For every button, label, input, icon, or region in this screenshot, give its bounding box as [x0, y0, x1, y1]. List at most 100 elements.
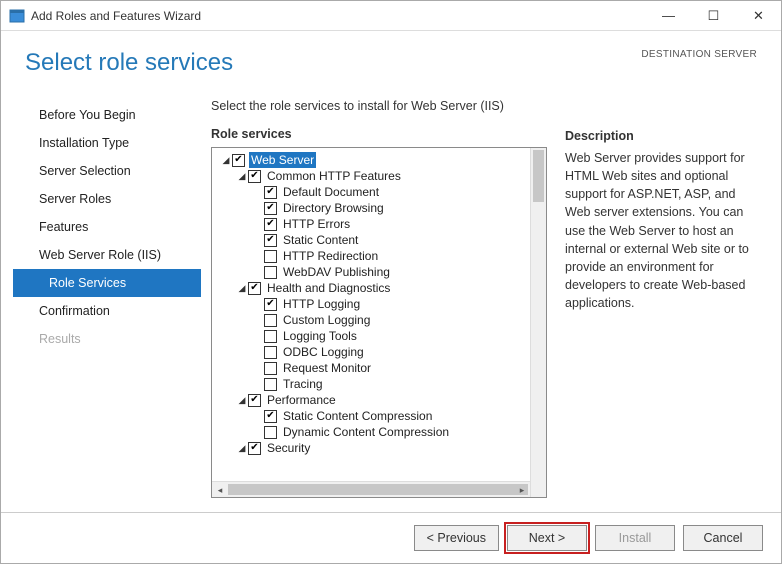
- tree-node[interactable]: ◢ Performance: [212, 392, 530, 408]
- tree-node-label[interactable]: HTTP Errors: [281, 216, 352, 232]
- description-label: Description: [565, 129, 757, 143]
- horizontal-scrollbar[interactable]: ◂ ▸: [212, 481, 530, 497]
- checkbox[interactable]: [264, 234, 277, 247]
- tree-node[interactable]: ◢HTTP Redirection: [212, 248, 530, 264]
- body-row: Before You BeginInstallation TypeServer …: [1, 77, 781, 498]
- checkbox[interactable]: [264, 314, 277, 327]
- expand-caret-icon[interactable]: ◢: [236, 168, 248, 184]
- checkbox[interactable]: [248, 394, 261, 407]
- tree-node[interactable]: ◢ Security: [212, 440, 530, 456]
- description-column: Description Web Server provides support …: [565, 99, 757, 498]
- vscroll-thumb[interactable]: [533, 150, 544, 202]
- content: Select role services DESTINATION SERVER …: [1, 31, 781, 563]
- nav-item-web-server-role-iis-[interactable]: Web Server Role (IIS): [13, 241, 201, 269]
- tree-node-label[interactable]: Health and Diagnostics: [265, 280, 392, 296]
- checkbox[interactable]: [264, 362, 277, 375]
- nav-item-features[interactable]: Features: [13, 213, 201, 241]
- tree-node[interactable]: ◢Custom Logging: [212, 312, 530, 328]
- tree-node[interactable]: ◢HTTP Logging: [212, 296, 530, 312]
- checkbox[interactable]: [264, 202, 277, 215]
- checkbox[interactable]: [232, 154, 245, 167]
- nav-item-results: Results: [13, 325, 201, 353]
- checkbox[interactable]: [264, 186, 277, 199]
- tree-node[interactable]: ◢Static Content Compression: [212, 408, 530, 424]
- close-button[interactable]: ✕: [736, 2, 781, 30]
- checkbox[interactable]: [264, 330, 277, 343]
- hscroll-thumb[interactable]: [228, 484, 528, 495]
- tree-node-label[interactable]: Common HTTP Features: [265, 168, 403, 184]
- tree-scroll-area[interactable]: ◢Web Server◢Common HTTP Features◢Default…: [212, 148, 530, 481]
- nav-item-server-selection[interactable]: Server Selection: [13, 157, 201, 185]
- destination-server-label: DESTINATION SERVER: [641, 49, 757, 60]
- tree-node-label[interactable]: Request Monitor: [281, 360, 373, 376]
- scroll-right-arrow-icon[interactable]: ▸: [514, 482, 530, 497]
- nav-item-server-roles[interactable]: Server Roles: [13, 185, 201, 213]
- tree-node[interactable]: ◢WebDAV Publishing: [212, 264, 530, 280]
- next-button[interactable]: Next >: [507, 525, 587, 551]
- wizard-nav: Before You BeginInstallation TypeServer …: [13, 99, 201, 498]
- expand-caret-icon[interactable]: ◢: [236, 392, 248, 408]
- cancel-button[interactable]: Cancel: [683, 525, 763, 551]
- install-button[interactable]: Install: [595, 525, 675, 551]
- tree-node[interactable]: ◢Logging Tools: [212, 328, 530, 344]
- main-area: Select the role services to install for …: [211, 99, 757, 498]
- checkbox[interactable]: [264, 298, 277, 311]
- header-row: Select role services DESTINATION SERVER: [1, 31, 781, 77]
- checkbox[interactable]: [264, 266, 277, 279]
- tree-node-label[interactable]: Dynamic Content Compression: [281, 424, 451, 440]
- nav-item-installation-type[interactable]: Installation Type: [13, 129, 201, 157]
- description-text: Web Server provides support for HTML Web…: [565, 149, 757, 312]
- checkbox[interactable]: [264, 378, 277, 391]
- expand-caret-icon[interactable]: ◢: [236, 280, 248, 296]
- tree-node[interactable]: ◢Default Document: [212, 184, 530, 200]
- tree-node-label[interactable]: Web Server: [249, 152, 316, 168]
- tree-node[interactable]: ◢ Web Server: [212, 152, 530, 168]
- tree-node-label[interactable]: WebDAV Publishing: [281, 264, 392, 280]
- tree-node-label[interactable]: Default Document: [281, 184, 381, 200]
- tree-node[interactable]: ◢Static Content: [212, 232, 530, 248]
- tree-node[interactable]: ◢ODBC Logging: [212, 344, 530, 360]
- tree-node-label[interactable]: Logging Tools: [281, 328, 359, 344]
- tree-node[interactable]: ◢Directory Browsing: [212, 200, 530, 216]
- nav-item-role-services[interactable]: Role Services: [13, 269, 201, 297]
- tree-node-label[interactable]: HTTP Logging: [281, 296, 362, 312]
- checkbox[interactable]: [248, 170, 261, 183]
- tree-node-label[interactable]: ODBC Logging: [281, 344, 366, 360]
- window-buttons: — ☐ ✕: [646, 2, 781, 30]
- tree-node[interactable]: ◢Tracing: [212, 376, 530, 392]
- wizard-window: Add Roles and Features Wizard — ☐ ✕ Sele…: [0, 0, 782, 564]
- checkbox[interactable]: [248, 442, 261, 455]
- tree-node-label[interactable]: Static Content Compression: [281, 408, 434, 424]
- tree-node-label[interactable]: Tracing: [281, 376, 325, 392]
- tree-node[interactable]: ◢ Health and Diagnostics: [212, 280, 530, 296]
- checkbox[interactable]: [264, 346, 277, 359]
- tree-node-label[interactable]: Static Content: [281, 232, 360, 248]
- tree-node-label[interactable]: Custom Logging: [281, 312, 372, 328]
- tree-node[interactable]: ◢HTTP Errors: [212, 216, 530, 232]
- scroll-left-arrow-icon[interactable]: ◂: [212, 482, 228, 497]
- nav-item-confirmation[interactable]: Confirmation: [13, 297, 201, 325]
- app-icon: [9, 8, 25, 24]
- tree-node-label[interactable]: Security: [265, 440, 312, 456]
- vertical-scrollbar[interactable]: ▴: [530, 148, 546, 497]
- checkbox[interactable]: [264, 410, 277, 423]
- checkbox[interactable]: [264, 218, 277, 231]
- minimize-button[interactable]: —: [646, 2, 691, 30]
- role-services-tree: ◢Web Server◢Common HTTP Features◢Default…: [211, 147, 547, 498]
- checkbox[interactable]: [264, 250, 277, 263]
- tree-node-label[interactable]: HTTP Redirection: [281, 248, 380, 264]
- checkbox[interactable]: [248, 282, 261, 295]
- maximize-button[interactable]: ☐: [691, 2, 736, 30]
- nav-item-before-you-begin[interactable]: Before You Begin: [13, 101, 201, 129]
- checkbox[interactable]: [264, 426, 277, 439]
- tree-node[interactable]: ◢ Common HTTP Features: [212, 168, 530, 184]
- titlebar: Add Roles and Features Wizard — ☐ ✕: [1, 1, 781, 31]
- tree-node-label[interactable]: Performance: [265, 392, 338, 408]
- previous-button[interactable]: < Previous: [414, 525, 499, 551]
- tree-node[interactable]: ◢Dynamic Content Compression: [212, 424, 530, 440]
- expand-caret-icon[interactable]: ◢: [220, 152, 232, 168]
- tree-node[interactable]: ◢Request Monitor: [212, 360, 530, 376]
- tree-node-label[interactable]: Directory Browsing: [281, 200, 386, 216]
- expand-caret-icon[interactable]: ◢: [236, 440, 248, 456]
- role-services-column: Select the role services to install for …: [211, 99, 547, 498]
